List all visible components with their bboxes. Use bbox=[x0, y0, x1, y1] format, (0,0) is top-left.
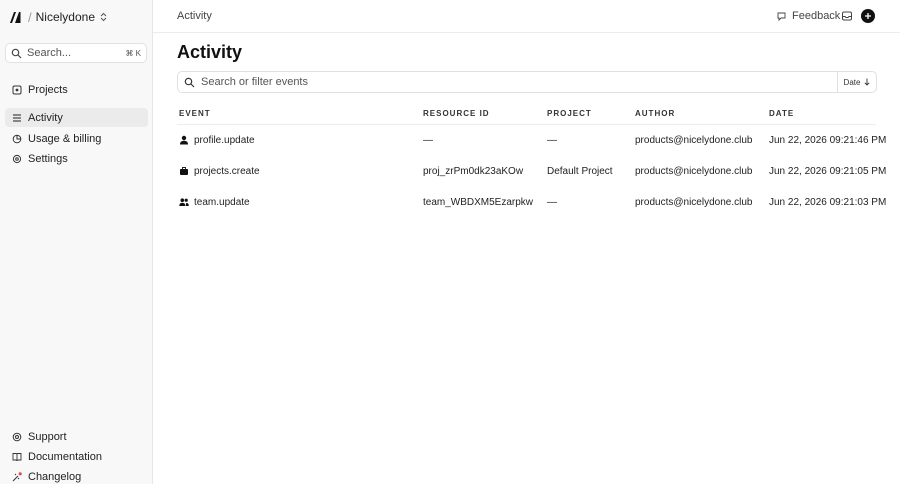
breadcrumb[interactable]: Activity bbox=[177, 10, 212, 22]
sidebar-item-label: Changelog bbox=[28, 470, 82, 483]
chevron-updown-icon bbox=[100, 12, 107, 22]
sidebar-item-usage-billing[interactable]: Usage & billing bbox=[5, 129, 148, 148]
users-icon bbox=[179, 198, 189, 206]
settings-icon bbox=[12, 154, 22, 163]
project-name: Default Project bbox=[547, 166, 613, 177]
support-icon bbox=[12, 432, 22, 441]
event-name: team.update bbox=[194, 197, 250, 208]
search-icon bbox=[184, 77, 195, 87]
resource-id: — bbox=[423, 135, 433, 146]
author-email: products@nicelydone.club bbox=[635, 197, 753, 208]
sidebar-item-label: Projects bbox=[28, 83, 68, 96]
top-header: Activity Feedback bbox=[153, 0, 900, 33]
sidebar-item-changelog[interactable]: Changelog bbox=[5, 467, 148, 484]
team-switcher[interactable]: / Nicelydone bbox=[9, 9, 107, 25]
author-email: products@nicelydone.club bbox=[635, 135, 753, 146]
event-name: projects.create bbox=[194, 166, 260, 177]
resource-id: proj_zrPm0dk23aKOw bbox=[423, 166, 524, 177]
user-icon bbox=[180, 135, 188, 145]
arrow-down-icon bbox=[864, 78, 870, 86]
billing-icon bbox=[12, 134, 22, 143]
author-email: products@nicelydone.club bbox=[635, 166, 753, 177]
column-header-resource-id: RESOURCE ID bbox=[423, 109, 490, 118]
date-sort-label: Date bbox=[843, 77, 861, 87]
separator: / bbox=[28, 9, 32, 25]
page-title: Activity bbox=[177, 42, 243, 62]
event-date: Jun 22, 2026 09:21:03 PM bbox=[769, 197, 887, 208]
column-header-date: DATE bbox=[769, 109, 795, 118]
docs-icon bbox=[12, 452, 22, 461]
sidebar-item-label: Documentation bbox=[28, 450, 102, 463]
date-sort-button[interactable]: Date bbox=[837, 72, 876, 92]
filter-placeholder: Search or filter events bbox=[201, 76, 308, 88]
briefcase-icon bbox=[180, 167, 188, 175]
logo-icon bbox=[10, 11, 21, 23]
column-header-event: EVENT bbox=[179, 109, 211, 118]
sidebar-item-settings[interactable]: Settings bbox=[5, 149, 148, 168]
activity-icon bbox=[13, 114, 21, 121]
search-placeholder: Search... bbox=[27, 47, 72, 59]
sidebar-item-label: Settings bbox=[28, 152, 68, 165]
search-shortcut: ⌘ K bbox=[125, 48, 141, 58]
event-date: Jun 22, 2026 09:21:46 PM bbox=[769, 135, 887, 146]
notifications-icon[interactable] bbox=[841, 10, 853, 22]
sidebar-item-support[interactable]: Support bbox=[5, 427, 148, 446]
sidebar-item-documentation[interactable]: Documentation bbox=[5, 447, 148, 466]
table-divider bbox=[177, 124, 876, 125]
feedback-button[interactable]: Feedback bbox=[777, 10, 840, 22]
sidebar-item-label: Activity bbox=[28, 111, 63, 124]
column-header-project: PROJECT bbox=[547, 109, 592, 118]
plus-icon bbox=[865, 13, 871, 19]
sidebar: / Nicelydone Search... ⌘ K Projects Acti… bbox=[0, 0, 153, 484]
project-name: — bbox=[547, 135, 557, 146]
resource-id: team_WBDXM5Ezarpkw bbox=[423, 197, 534, 208]
sidebar-search[interactable]: Search... ⌘ K bbox=[5, 43, 147, 63]
column-header-author: AUTHOR bbox=[635, 109, 676, 118]
event-date: Jun 22, 2026 09:21:05 PM bbox=[769, 166, 887, 177]
event-filter[interactable]: Search or filter events Date bbox=[177, 71, 877, 93]
sidebar-item-projects[interactable]: Projects bbox=[5, 80, 148, 99]
project-name: — bbox=[547, 197, 557, 208]
sidebar-item-label: Usage & billing bbox=[28, 132, 102, 145]
create-button[interactable] bbox=[861, 9, 875, 23]
sidebar-item-activity[interactable]: Activity bbox=[5, 108, 148, 127]
sidebar-item-label: Support bbox=[28, 430, 67, 443]
feedback-label: Feedback bbox=[792, 10, 841, 22]
search-icon bbox=[11, 48, 22, 58]
projects-icon bbox=[12, 85, 22, 94]
changelog-icon bbox=[12, 471, 22, 481]
team-name: Nicelydone bbox=[35, 10, 95, 24]
feedback-icon bbox=[777, 12, 786, 21]
event-name: profile.update bbox=[194, 135, 255, 146]
